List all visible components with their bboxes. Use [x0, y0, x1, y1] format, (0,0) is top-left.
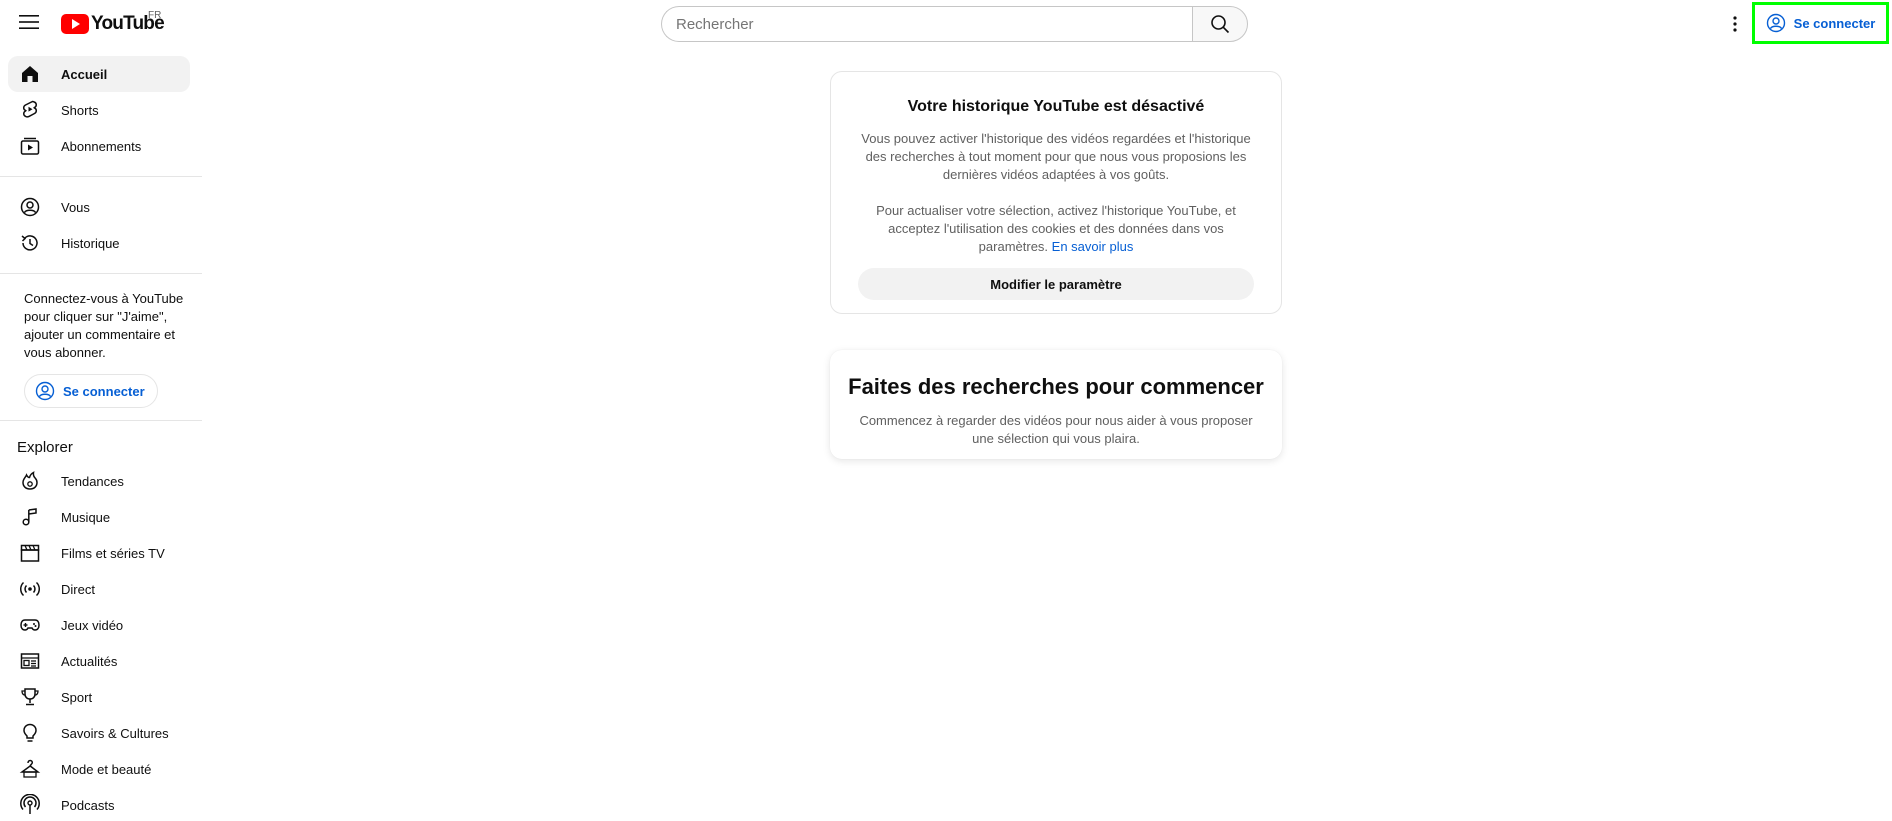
more-vertical-icon [1733, 16, 1737, 32]
sidebar-item-label: Abonnements [61, 138, 142, 154]
live-icon [18, 577, 42, 601]
sidebar-item-history[interactable]: Historique [8, 225, 190, 261]
sidebar-item-trending[interactable]: Tendances [8, 463, 190, 499]
sidebar-item-label: Mode et beauté [61, 761, 152, 777]
modify-setting-button[interactable]: Modifier le paramètre [858, 268, 1254, 300]
settings-more-button[interactable] [1723, 12, 1747, 36]
sidebar-item-label: Jeux vidéo [61, 617, 124, 633]
signin-label: Se connecter [63, 383, 145, 399]
account-circle-icon [1766, 13, 1785, 33]
search-bar [661, 6, 1248, 42]
sidebar-item-label: Vous [61, 199, 90, 215]
sidebar-item-learning[interactable]: Savoirs & Cultures [8, 715, 190, 751]
sidebar-item-label: Sport [61, 689, 93, 705]
search-to-start-card: Faites des recherches pour commencer Com… [830, 350, 1282, 459]
subscriptions-icon [18, 134, 42, 158]
signin-button-header[interactable]: Se connecter [1752, 2, 1889, 44]
history-disabled-card: Votre historique YouTube est désactivé V… [830, 71, 1282, 314]
sidebar-item-label: Direct [61, 581, 95, 597]
sidebar-item-gaming[interactable]: Jeux vidéo [8, 607, 190, 643]
sidebar-item-news[interactable]: Actualités [8, 643, 190, 679]
clapperboard-icon [18, 541, 42, 565]
search-card-text: Commencez à regarder des vidéos pour nou… [859, 413, 1253, 446]
youtube-play-icon [61, 14, 89, 34]
sidebar-item-label: Tendances [61, 473, 124, 489]
sidebar: Accueil Shorts Abonnements Vous Historiq… [0, 56, 202, 821]
sidebar-divider [0, 273, 202, 274]
signin-button-sidebar[interactable]: Se connecter [24, 374, 158, 408]
sidebar-item-label: Savoirs & Cultures [61, 725, 169, 741]
gamepad-icon [18, 613, 42, 637]
sidebar-item-you[interactable]: Vous [8, 189, 190, 225]
sidebar-item-music[interactable]: Musique [8, 499, 190, 535]
signin-prompt-text: Connectez-vous à YouTube pour cliquer su… [24, 291, 184, 360]
sidebar-item-movies[interactable]: Films et séries TV [8, 535, 190, 571]
sidebar-item-label: Shorts [61, 102, 99, 118]
home-icon [18, 62, 42, 86]
shorts-icon [18, 98, 42, 122]
history-card-paragraph: Vous pouvez activer l'historique des vid… [861, 131, 1251, 182]
newspaper-icon [18, 649, 42, 673]
sidebar-item-sports[interactable]: Sport [8, 679, 190, 715]
sidebar-item-podcasts[interactable]: Podcasts [8, 787, 190, 821]
sidebar-item-label: Podcasts [61, 797, 115, 813]
user-circle-icon [18, 195, 42, 219]
search-card-title: Faites des recherches pour commencer [848, 374, 1264, 399]
history-icon [18, 231, 42, 255]
sidebar-item-home[interactable]: Accueil [8, 56, 190, 92]
history-card-paragraph: Pour actualiser votre sélection, activez… [856, 202, 1256, 256]
sidebar-divider [0, 420, 202, 421]
trending-icon [18, 469, 42, 493]
hamburger-menu-button[interactable] [17, 10, 41, 34]
search-icon [1211, 15, 1230, 34]
sidebar-item-label: Actualités [61, 653, 118, 669]
learn-more-link[interactable]: En savoir plus [1052, 239, 1134, 254]
sidebar-signin-section: Connectez-vous à YouTube pour cliquer su… [0, 286, 202, 408]
sidebar-item-label: Accueil [61, 66, 108, 82]
sidebar-divider [0, 176, 202, 177]
search-input[interactable] [661, 6, 1192, 42]
music-note-icon [18, 505, 42, 529]
hanger-icon [18, 757, 42, 781]
account-circle-icon [35, 381, 55, 401]
sidebar-item-live[interactable]: Direct [8, 571, 190, 607]
country-code: FR [148, 10, 162, 21]
sidebar-item-label: Musique [61, 509, 111, 525]
sidebar-item-subscriptions[interactable]: Abonnements [8, 128, 190, 164]
podcast-icon [18, 793, 42, 817]
sidebar-item-shorts[interactable]: Shorts [8, 92, 190, 128]
signin-label: Se connecter [1793, 15, 1876, 31]
sidebar-item-label: Historique [61, 235, 120, 251]
sidebar-item-label: Films et séries TV [61, 545, 165, 561]
trophy-icon [18, 685, 42, 709]
search-button[interactable] [1192, 6, 1248, 42]
sidebar-item-fashion[interactable]: Mode et beauté [8, 751, 190, 787]
youtube-app: YouTube FR Se c [0, 0, 1892, 821]
menu-icon [19, 15, 39, 29]
history-card-title: Votre historique YouTube est désactivé [907, 98, 1205, 115]
explore-section-title: Explorer [17, 439, 73, 456]
lightbulb-icon [18, 721, 42, 745]
top-bar: YouTube FR Se c [0, 0, 1892, 48]
